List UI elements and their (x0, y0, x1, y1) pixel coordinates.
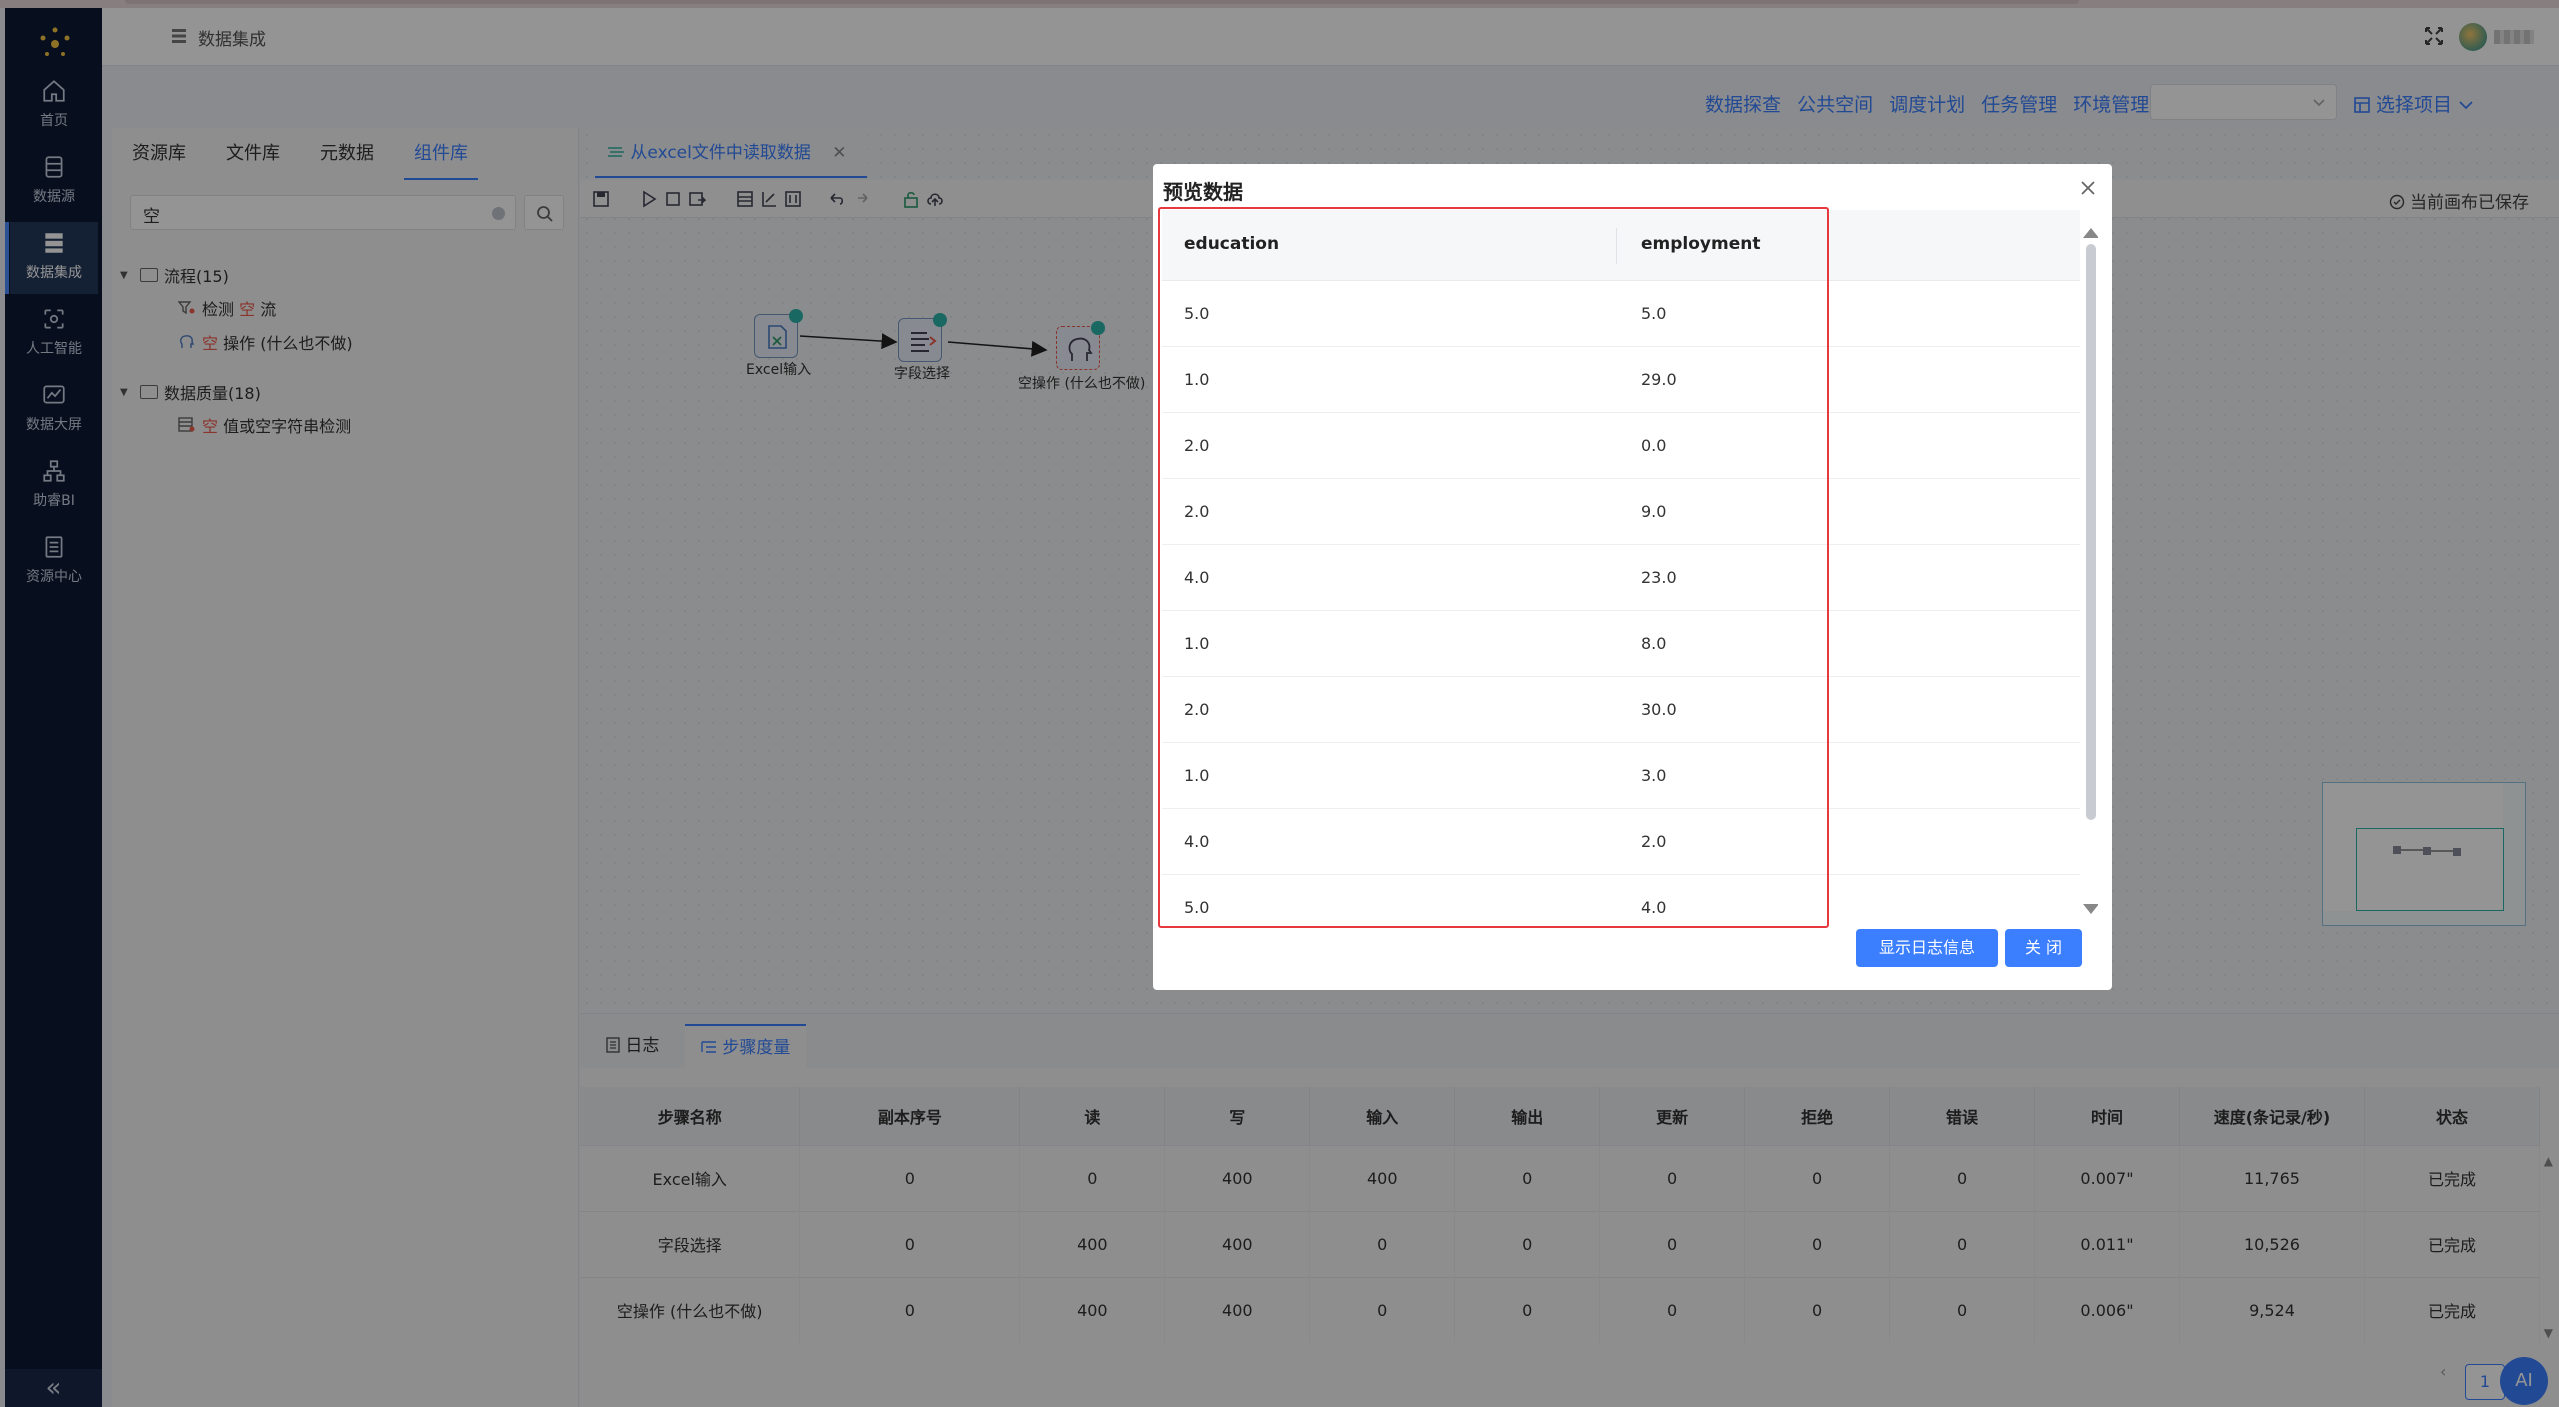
table-row[interactable]: 5.0 5.0 (1162, 281, 2080, 347)
cell-employment: 2.0 (1641, 832, 1667, 851)
cell-education: 1.0 (1184, 634, 1210, 653)
scrollbar-thumb[interactable] (2086, 244, 2096, 820)
close-button[interactable]: 关 闭 (2005, 929, 2082, 967)
cell-employment: 3.0 (1641, 766, 1667, 785)
table-row[interactable]: 2.0 0.0 (1162, 413, 2080, 479)
cell-employment: 4.0 (1641, 898, 1667, 917)
cell-employment: 23.0 (1641, 568, 1677, 587)
table-row[interactable]: 2.0 30.0 (1162, 677, 2080, 743)
column-header-education[interactable]: education (1184, 234, 1279, 254)
preview-data-dialog: 预览数据 education employment 5.0 5.0 1.0 29.0… (1153, 164, 2112, 990)
preview-grid-header: education employment (1162, 210, 2080, 281)
cell-employment: 9.0 (1641, 502, 1667, 521)
preview-grid: education employment 5.0 5.0 1.0 29.0 2.0 0… (1162, 210, 2098, 923)
scroll-down-icon[interactable] (2083, 904, 2098, 914)
cell-education: 2.0 (1184, 502, 1210, 521)
cell-education: 4.0 (1184, 832, 1210, 851)
cell-education: 1.0 (1184, 766, 1210, 785)
table-row[interactable]: 1.0 29.0 (1162, 347, 2080, 413)
cell-education: 1.0 (1184, 370, 1210, 389)
cell-education: 4.0 (1184, 568, 1210, 587)
cell-employment: 29.0 (1641, 370, 1677, 389)
table-row[interactable]: 2.0 9.0 (1162, 479, 2080, 545)
scroll-up-icon[interactable] (2083, 228, 2098, 238)
cell-employment: 30.0 (1641, 700, 1677, 719)
cell-employment: 8.0 (1641, 634, 1667, 653)
column-divider[interactable] (1616, 228, 1617, 264)
column-header-employment[interactable]: employment (1641, 234, 1760, 254)
preview-grid-scrollbar[interactable] (2083, 228, 2098, 914)
cell-education: 2.0 (1184, 436, 1210, 455)
cell-employment: 0.0 (1641, 436, 1667, 455)
cell-education: 2.0 (1184, 700, 1210, 719)
cell-education: 5.0 (1184, 898, 1210, 917)
dialog-title: 预览数据 (1163, 180, 1243, 204)
cell-education: 5.0 (1184, 304, 1210, 323)
table-row[interactable]: 4.0 2.0 (1162, 809, 2080, 875)
cell-employment: 5.0 (1641, 304, 1667, 323)
show-log-button[interactable]: 显示日志信息 (1856, 929, 1998, 967)
table-row[interactable]: 1.0 3.0 (1162, 743, 2080, 809)
close-icon[interactable] (2078, 178, 2098, 198)
table-row[interactable]: 5.0 4.0 (1162, 875, 2080, 923)
table-row[interactable]: 1.0 8.0 (1162, 611, 2080, 677)
table-row[interactable]: 4.0 23.0 (1162, 545, 2080, 611)
